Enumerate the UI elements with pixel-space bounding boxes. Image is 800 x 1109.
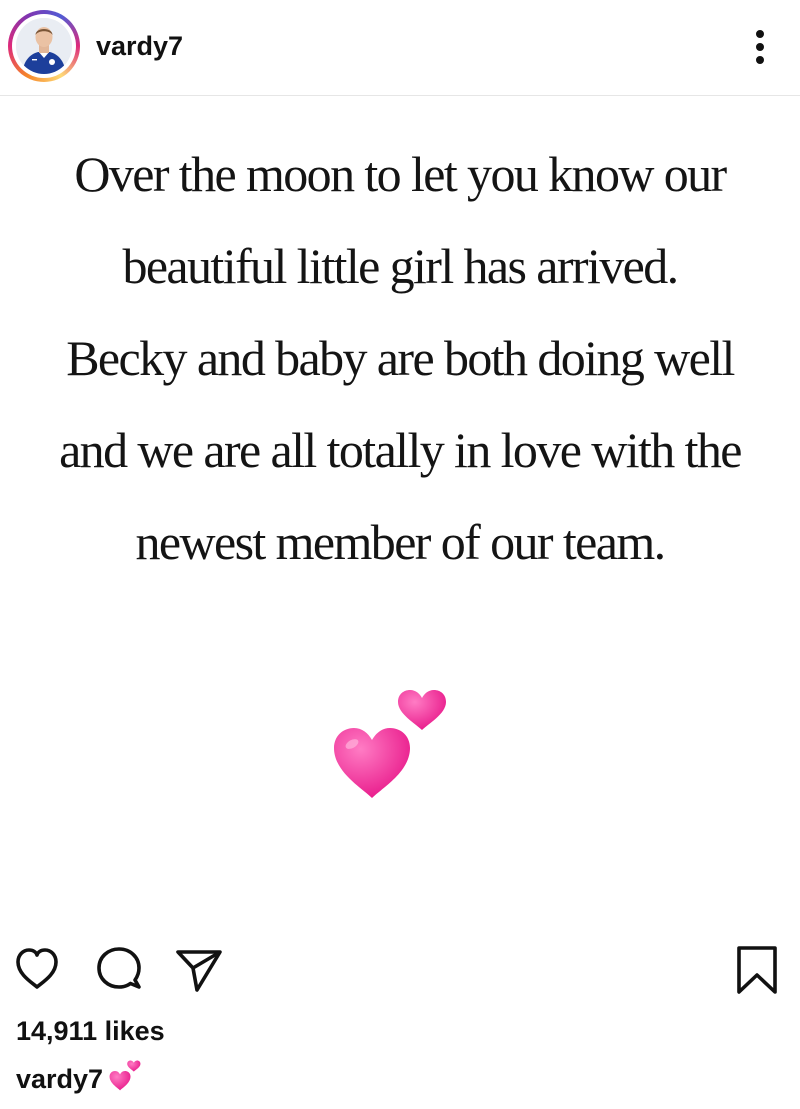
announcement-text: Over the moon to let you know our beautif… [0, 128, 800, 588]
two-hearts-emoji [334, 690, 446, 798]
announcement-line: Over the moon to let you know our [74, 146, 727, 202]
post-header: vardy7 [0, 0, 800, 96]
comment-icon[interactable] [94, 944, 144, 994]
post-action-bar [0, 934, 800, 1004]
announcement-line: and we are all totally in love with the [59, 422, 742, 478]
caption: vardy7 [16, 1060, 143, 1096]
story-ring[interactable] [8, 10, 80, 82]
announcement-line: Becky and baby are both doing well [66, 330, 735, 386]
header-username[interactable]: vardy7 [96, 30, 183, 62]
bookmark-icon[interactable] [734, 944, 780, 996]
likes-count[interactable]: 14,911 likes [16, 1014, 165, 1048]
announcement-line: beautiful little girl has arrived. [122, 238, 679, 294]
more-options-vertical-icon [756, 30, 764, 38]
avatar[interactable] [16, 18, 72, 74]
caption-username[interactable]: vardy7 [16, 1064, 103, 1094]
more-options-button[interactable] [745, 22, 775, 72]
heart-outline-icon[interactable] [12, 944, 62, 994]
two-hearts-emoji [109, 1060, 141, 1091]
profile-photo-avatar [16, 18, 72, 74]
send-icon[interactable] [174, 944, 224, 994]
announcement-line: newest member of our team. [135, 514, 666, 570]
